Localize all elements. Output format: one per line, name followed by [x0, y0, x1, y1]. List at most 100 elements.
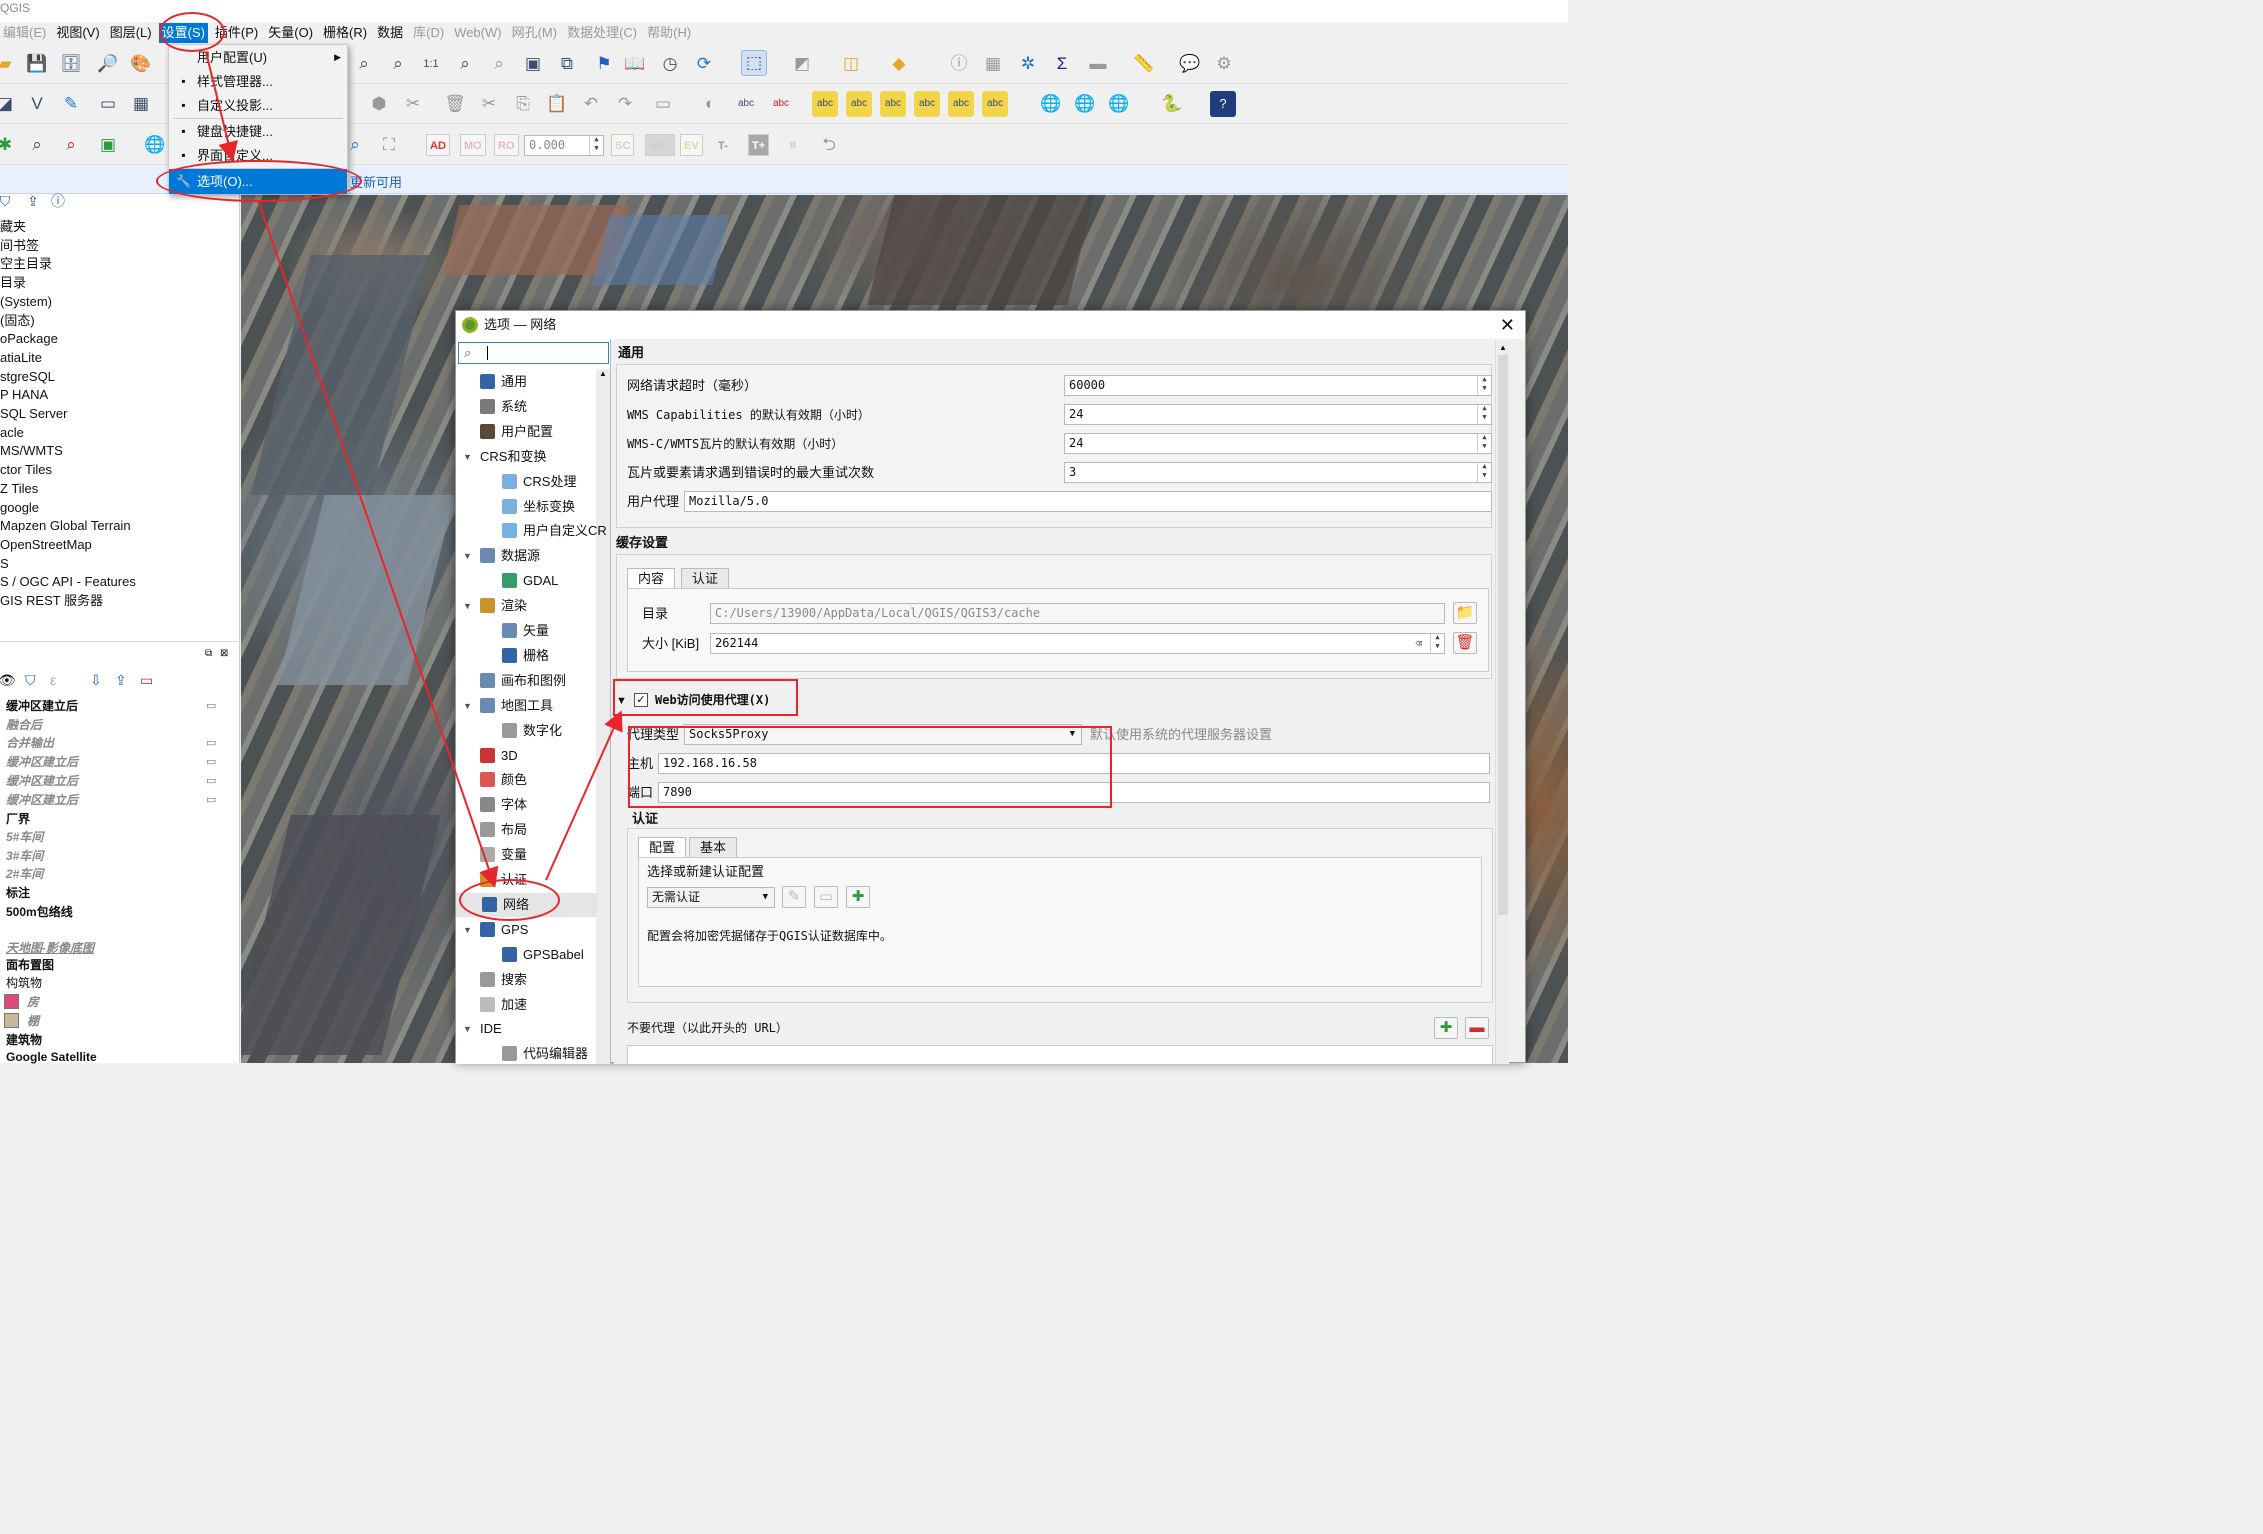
float-panel-icon[interactable]: ⧉: [205, 648, 212, 659]
layer-item[interactable]: 建筑物: [6, 1031, 42, 1049]
sidebar-item-16[interactable]: 颜色: [480, 771, 527, 789]
settings-menu-item-2[interactable]: ▪ 自定义投影...: [169, 93, 347, 118]
python-icon[interactable]: 🐍: [1159, 91, 1185, 117]
settings-menu-item-0[interactable]: 用户配置(U) ▶: [169, 45, 347, 70]
layer-expression-icon[interactable]: ε: [50, 672, 56, 688]
close-icon[interactable]: ✕: [1500, 311, 1515, 339]
zoom-value-field[interactable]: 0.000 ▲ ▼: [524, 135, 604, 156]
menu-item-1[interactable]: 视图(V): [53, 23, 102, 43]
snap-tag-t-plus[interactable]: T+: [748, 134, 770, 156]
expand-arrow-icon[interactable]: ▼: [463, 452, 472, 462]
browser-item[interactable]: S / OGC API - Features: [0, 573, 136, 591]
scroll-up-arrow-icon[interactable]: ▲: [599, 369, 607, 378]
wms-field[interactable]: 24 ▲ ▼: [1064, 404, 1492, 425]
show-bookmarks-icon[interactable]: 📖: [622, 51, 648, 77]
content-scroll-up-arrow-icon[interactable]: ▲: [1499, 343, 1507, 352]
menu-item-3[interactable]: 设置(S): [158, 23, 208, 43]
expand-arrow-icon[interactable]: ▼: [463, 601, 472, 611]
snap-tag-ev[interactable]: EV: [680, 134, 703, 156]
layer-filter-icon[interactable]: ⛉: [25, 672, 36, 689]
cache-dir-field[interactable]: C:/Users/13900/AppData/Local/QGIS/QGIS3/…: [710, 603, 1445, 624]
sidebar-item-19[interactable]: 变量: [480, 846, 527, 864]
folder-icon[interactable]: 📁: [1453, 602, 1477, 624]
no-proxy-list[interactable]: [627, 1045, 1493, 1064]
sidebar-item-18[interactable]: 布局: [480, 821, 527, 839]
layer-filter-indicator-icon[interactable]: ▭: [206, 734, 216, 752]
auth-remove-icon[interactable]: ▭: [814, 886, 838, 908]
proxy-collapse-arrow-icon[interactable]: ▼: [616, 695, 627, 707]
sidebar-item-9[interactable]: 渲染: [480, 597, 527, 615]
browser-item[interactable]: Z Tiles: [0, 480, 38, 498]
sidebar-item-8[interactable]: GDAL: [502, 572, 558, 590]
browser-item[interactable]: 间书签: [0, 237, 39, 255]
auth-edit-pencil-icon[interactable]: ✎: [782, 886, 806, 908]
label-pin-icon[interactable]: ◐: [697, 91, 723, 117]
style-icon[interactable]: 🎨: [128, 51, 154, 77]
sidebar-item-4[interactable]: CRS处理: [502, 473, 576, 491]
expand-arrow-icon[interactable]: ▼: [463, 925, 472, 935]
zoom-out-icon[interactable]: ⌕: [385, 51, 411, 77]
layer-item[interactable]: 房: [4, 993, 39, 1011]
clear-field-icon[interactable]: ⌫: [1415, 634, 1422, 653]
temporal-icon[interactable]: ◷: [657, 51, 683, 77]
sidebar-item-23[interactable]: GPSBabel: [502, 946, 584, 964]
filter-icon[interactable]: ⛉: [0, 188, 18, 214]
browser-item[interactable]: 目录: [0, 274, 26, 292]
sidebar-item-6[interactable]: 用户自定义CR: [502, 522, 607, 540]
layer-item[interactable]: 面布置图: [6, 956, 54, 974]
layer-item[interactable]: 棚: [4, 1012, 39, 1030]
select-by-value-icon[interactable]: ◩: [789, 51, 815, 77]
print-layout-icon[interactable]: 🔎: [95, 51, 121, 77]
layer-filter-indicator-icon[interactable]: ▭: [206, 791, 216, 809]
pen-icon[interactable]: ✎: [58, 91, 84, 117]
sidebar-item-10[interactable]: 矢量: [502, 622, 549, 640]
auth-select[interactable]: 无需认证 ▼: [647, 887, 775, 908]
browser-item[interactable]: Mapzen Global Terrain: [0, 517, 131, 535]
zoom-full-icon[interactable]: ⌕: [452, 51, 478, 77]
collapse-icon[interactable]: ⇪: [20, 188, 46, 214]
zoom-in-icon[interactable]: ⌕: [351, 51, 377, 77]
abc-yellow-2-icon[interactable]: abc: [846, 91, 872, 117]
browser-item[interactable]: SQL Server: [0, 405, 67, 423]
edit-tool-icon[interactable]: ✂: [400, 91, 426, 117]
layer-item[interactable]: 缓冲区建立后 ▭: [6, 697, 232, 715]
browser-item[interactable]: MS/WMTS: [0, 442, 63, 460]
back-arrow-icon[interactable]: ⮌: [816, 132, 842, 158]
select-features-icon[interactable]: ⬚: [741, 50, 767, 76]
sidebar-item-22[interactable]: GPS: [480, 921, 528, 939]
settings-menu-item-5[interactable]: 🔧 选项(O)...: [169, 169, 347, 194]
abc-yellow-3-icon[interactable]: abc: [880, 91, 906, 117]
abc-yellow-5-icon[interactable]: abc: [948, 91, 974, 117]
tab-auth-config[interactable]: 配置: [638, 837, 687, 858]
browser-item[interactable]: GIS REST 服务器: [0, 592, 103, 610]
layer-remove-icon[interactable]: ▭: [140, 672, 153, 689]
tab-auth-basic[interactable]: 基本: [689, 837, 738, 858]
wmts-spinner[interactable]: ▲ ▼: [1477, 434, 1491, 453]
browser-item[interactable]: S: [0, 555, 9, 573]
digitize-icon[interactable]: V: [24, 91, 50, 117]
menu-item-5[interactable]: 矢量(O): [265, 23, 316, 43]
layer-filter-indicator-icon[interactable]: ▭: [206, 753, 216, 771]
snap-tag-ro[interactable]: RO: [494, 134, 519, 156]
useragent-field[interactable]: Mozilla/5.0: [684, 491, 1492, 512]
abc-yellow-1-icon[interactable]: abc: [812, 91, 838, 117]
menu-item-8[interactable]: 库(D): [410, 23, 447, 43]
layer-item[interactable]: 2#车间: [6, 865, 43, 883]
timeout-spinner[interactable]: ▲ ▼: [1477, 376, 1491, 395]
layer-item[interactable]: 500m包络线: [6, 903, 73, 921]
map-tips-icon[interactable]: 💬: [1177, 51, 1203, 77]
sidebar-item-1[interactable]: 系统: [480, 398, 527, 416]
ruler-icon[interactable]: 📏: [1131, 51, 1157, 77]
menu-item-6[interactable]: 栅格(R): [320, 23, 370, 43]
sidebar-item-2[interactable]: 用户配置: [480, 423, 553, 441]
measure-icon[interactable]: ▬: [1085, 51, 1111, 77]
globe-search-1-icon[interactable]: 🌐: [1038, 91, 1064, 117]
browser-item[interactable]: stgreSQL: [0, 368, 55, 386]
browser-item[interactable]: atiaLite: [0, 349, 42, 367]
redo-icon[interactable]: ↷: [612, 91, 638, 117]
zoom-layer-icon[interactable]: ⌕: [486, 51, 512, 77]
sidebar-item-0[interactable]: 通用: [480, 373, 527, 391]
tab-cache-content[interactable]: 内容: [627, 568, 676, 589]
content-scroll-thumb[interactable]: [1498, 355, 1508, 915]
layer-item[interactable]: 天地图-影像底图: [6, 939, 94, 957]
